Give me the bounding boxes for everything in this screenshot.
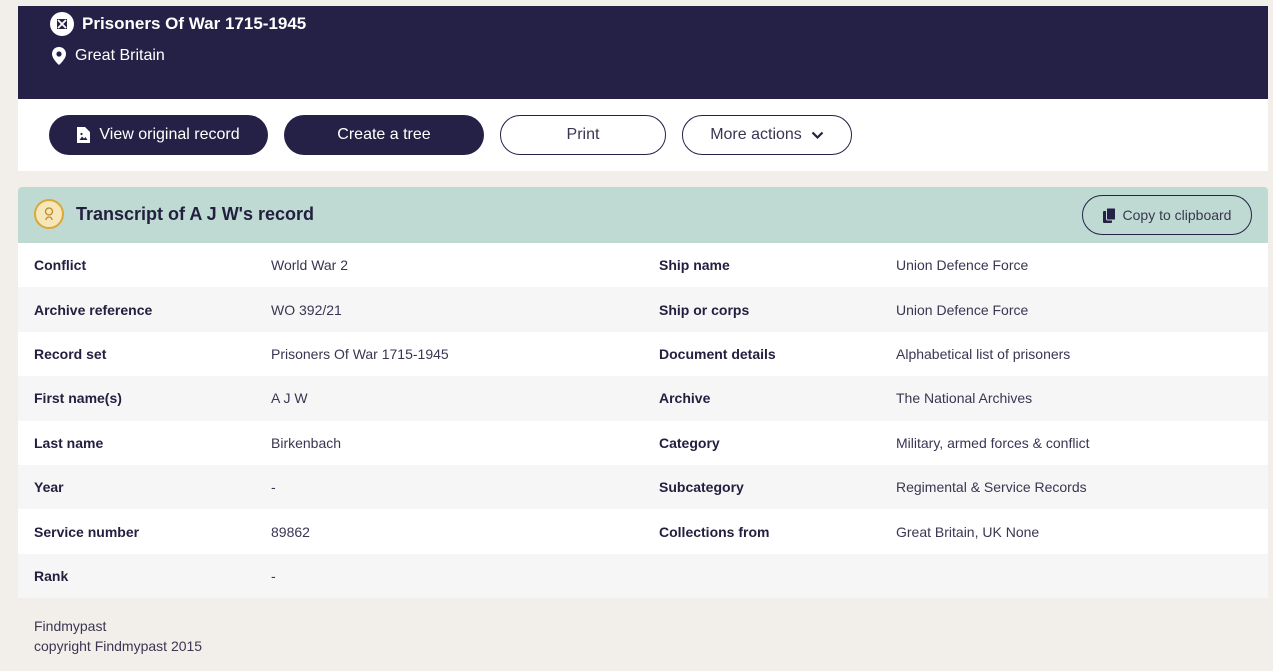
field-value: 89862 [271, 523, 310, 540]
transcript-title: Transcript of A J W's record [76, 204, 314, 224]
field-value: Military, armed forces & conflict [896, 434, 1090, 451]
transcript-header: Transcript of A J W's record Copy to cli… [18, 187, 1268, 243]
field-label: Year [34, 479, 64, 496]
field-label [659, 554, 896, 598]
field-value: - [271, 567, 276, 584]
transcript-badge-icon [34, 199, 64, 229]
field-value: Prisoners Of War 1715-1945 [271, 345, 449, 362]
table-row: First name(s) A J W Archive The National… [18, 376, 1268, 421]
record-set-icon [50, 12, 74, 36]
print-button[interactable]: Print [500, 115, 666, 155]
location-row: Great Britain [52, 47, 165, 65]
more-actions-label: More actions [710, 126, 802, 143]
table-row: Service number 89862 Collections from Gr… [18, 509, 1268, 554]
document-image-icon [77, 127, 91, 143]
field-label: Archive [659, 390, 711, 407]
field-label: Collections from [659, 523, 770, 540]
field-value [896, 554, 1268, 598]
table-row: Record set Prisoners Of War 1715-1945 Do… [18, 331, 1268, 377]
field-label: Rank [34, 567, 69, 584]
footer-copyright: copyright Findmypast 2015 [34, 638, 203, 654]
field-label: Archive reference [34, 301, 153, 318]
field-label: Ship name [659, 257, 730, 274]
view-original-record-label: View original record [99, 126, 240, 143]
field-label: Category [659, 434, 720, 451]
field-label: Document details [659, 345, 776, 362]
table-row: Conflict World War 2 Ship name Union Def… [18, 243, 1268, 288]
table-row: Rank - [18, 553, 1268, 599]
create-tree-label: Create a tree [337, 126, 431, 143]
action-bar: View original record Create a tree Print… [18, 99, 1268, 171]
field-value: - [271, 479, 276, 496]
field-value: Birkenbach [271, 434, 342, 451]
record-set-row: Prisoners Of War 1715-1945 [50, 12, 306, 36]
record-header: Prisoners Of War 1715-1945 Great Britain [18, 6, 1268, 99]
record-transcript-table: Conflict World War 2 Ship name Union Def… [18, 243, 1268, 599]
copy-to-clipboard-label: Copy to clipboard [1122, 207, 1232, 223]
field-label: Conflict [34, 257, 87, 274]
table-row: Last name Birkenbach Category Military, … [18, 420, 1268, 465]
field-value: Union Defence Force [896, 301, 1029, 318]
field-label: Last name [34, 434, 104, 451]
print-label: Print [566, 126, 600, 143]
field-value: WO 392/21 [271, 301, 342, 318]
field-label: Service number [34, 523, 140, 540]
field-value: A J W [271, 390, 308, 407]
field-value: Alphabetical list of prisoners [896, 345, 1071, 362]
chevron-down-icon [811, 131, 824, 140]
footer-brand: Findmypast [34, 618, 107, 634]
table-row: Archive reference WO 392/21 Ship or corp… [18, 287, 1268, 332]
location-pin-icon [52, 47, 68, 65]
field-label: First name(s) [34, 390, 122, 407]
footer: Findmypast copyright Findmypast 2015 [34, 616, 202, 656]
field-value: World War 2 [271, 257, 349, 274]
field-value: The National Archives [896, 390, 1033, 407]
field-label: Ship or corps [659, 301, 750, 318]
create-tree-button[interactable]: Create a tree [284, 115, 484, 155]
field-value: Great Britain, UK None [896, 523, 1040, 540]
field-value: Union Defence Force [896, 257, 1029, 274]
more-actions-button[interactable]: More actions [682, 115, 852, 155]
location-text: Great Britain [75, 47, 165, 64]
field-value: Regimental & Service Records [896, 479, 1087, 496]
field-label: Record set [34, 345, 107, 362]
record-set-title[interactable]: Prisoners Of War 1715-1945 [82, 14, 306, 34]
table-row: Year - Subcategory Regimental & Service … [18, 464, 1268, 510]
field-label: Subcategory [659, 479, 744, 496]
view-original-record-button[interactable]: View original record [49, 115, 268, 155]
copy-to-clipboard-button[interactable]: Copy to clipboard [1082, 195, 1252, 235]
clipboard-icon [1102, 207, 1116, 223]
